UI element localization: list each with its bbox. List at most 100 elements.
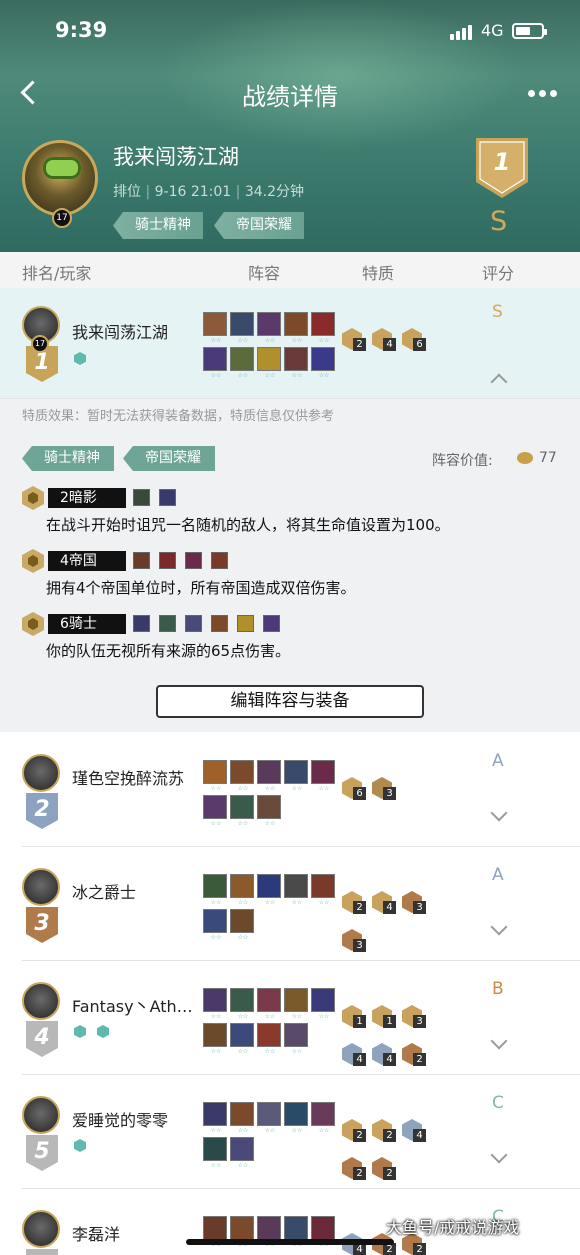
trait-count: 2: [353, 1129, 366, 1142]
match-duration: 34.2分钟: [244, 184, 304, 200]
champion-portrait: ☆☆: [284, 874, 308, 906]
star-level: ☆☆: [318, 899, 330, 906]
trait-tag: 帝国荣耀: [214, 212, 304, 239]
star-level: ☆☆: [210, 1127, 222, 1134]
player-row[interactable]: 3 冰之爵士 ☆☆ ☆☆ ☆☆ ☆☆ ☆☆ ☆☆ ☆☆ 2 4 3 3 A: [0, 847, 580, 961]
star-level: ☆☆: [291, 785, 303, 792]
more-options-icon[interactable]: [528, 90, 557, 97]
trait-count: 4: [383, 338, 396, 351]
star-level: ☆☆: [291, 1013, 303, 1020]
trait-grid: 1 1 3 4 4 2: [342, 1005, 428, 1069]
player-row[interactable]: 2 瑾色空挽醉流苏 ☆☆ ☆☆ ☆☆ ☆☆ ☆☆ ☆☆ ☆☆ ☆☆ 6 3 A: [0, 733, 580, 847]
trait-count: 2: [353, 1167, 366, 1180]
star-level: ☆☆: [237, 934, 249, 941]
trait-grid: 63: [342, 777, 428, 803]
status-time: 9:39: [55, 18, 108, 42]
col-score: 评分: [482, 264, 515, 283]
battery-icon: [512, 23, 547, 39]
player-row[interactable]: 4 Fantasy丶Ath… ☆☆ ☆☆ ☆☆ ☆☆ ☆☆ ☆☆ ☆☆ ☆☆ ☆☆ 1 1 3 4 4 2 B: [0, 961, 580, 1075]
trait-count: 6: [353, 787, 366, 800]
trait-icon: [74, 352, 86, 365]
page-title: 战绩详情: [242, 83, 338, 111]
trait-badge: 2: [372, 1119, 398, 1145]
trait-badge: 2: [402, 1043, 428, 1069]
synergy-champion: [159, 489, 176, 506]
champion-portrait: ☆☆: [311, 874, 335, 906]
edit-comp-button[interactable]: 编辑阵容与装备: [156, 685, 424, 718]
trait-count: 2: [413, 1053, 426, 1066]
champion-portrait: ☆☆: [257, 988, 281, 1020]
star-level: ☆☆: [210, 1162, 222, 1169]
chevron-down-icon[interactable]: [490, 1032, 508, 1050]
trait-badge: 2: [342, 1119, 368, 1145]
player-avatar: [22, 1210, 60, 1248]
player-row[interactable]: 5 爱睡觉的零零 ☆☆ ☆☆ ☆☆ ☆☆ ☆☆ ☆☆ ☆☆ 2 2 4 2 2 C: [0, 1075, 580, 1189]
star-level: ☆☆: [210, 820, 222, 827]
player-grade: A: [492, 751, 504, 771]
match-meta: 排位 | 9-16 21:01 | 34.2分钟: [113, 184, 304, 200]
trait-badge: 3: [372, 777, 398, 803]
champion-portrait: ☆☆: [257, 1102, 281, 1134]
star-level: ☆☆: [237, 372, 249, 379]
player-name: 冰之爵士: [72, 883, 137, 902]
champion-portrait: ☆☆: [203, 874, 227, 906]
star-level: ☆☆: [291, 1127, 303, 1134]
trait-count: 4: [413, 1129, 426, 1142]
star-level: ☆☆: [318, 785, 330, 792]
champion-portrait: ☆☆: [230, 760, 254, 792]
champion-portrait: ☆☆: [230, 874, 254, 906]
champion-grid: ☆☆ ☆☆ ☆☆ ☆☆ ☆☆ ☆☆ ☆☆: [203, 874, 335, 941]
watermark: 大鱼号/戒戒说游戏: [386, 1218, 520, 1237]
trait-badge: 2: [342, 1157, 368, 1183]
rank-flag: 3: [26, 907, 58, 943]
star-level: ☆☆: [318, 372, 330, 379]
player-name: 爱睡觉的零零: [72, 1111, 169, 1130]
chevron-up-icon[interactable]: [490, 373, 508, 391]
champion-portrait: ☆☆: [203, 1216, 227, 1248]
star-level: ☆☆: [264, 372, 276, 379]
chevron-down-icon[interactable]: [490, 1146, 508, 1164]
home-indicator[interactable]: [186, 1239, 394, 1245]
synergy-champion: [237, 615, 254, 632]
star-level: ☆☆: [237, 1127, 249, 1134]
champion-portrait: ☆☆: [203, 795, 227, 827]
trait-badge: 6: [342, 777, 368, 803]
champion-grid: ☆☆ ☆☆ ☆☆ ☆☆ ☆☆ ☆☆ ☆☆ ☆☆ ☆☆ ☆☆: [203, 312, 335, 379]
star-level: ☆☆: [264, 337, 276, 344]
rank-badge: 1: [476, 138, 528, 198]
trait-icon: [74, 1025, 86, 1038]
synergy-description: 你的队伍无视所有来源的65点伤害。: [46, 642, 291, 660]
chevron-down-icon[interactable]: [490, 918, 508, 936]
trait-badge: 3: [342, 929, 368, 955]
rank-number: 1: [494, 148, 511, 176]
star-level: ☆☆: [210, 899, 222, 906]
star-level: ☆☆: [210, 1048, 222, 1055]
champion-portrait: ☆☆: [311, 312, 335, 344]
chevron-down-icon[interactable]: [490, 804, 508, 822]
champion-portrait: ☆☆: [284, 760, 308, 792]
player-grade: S: [490, 206, 508, 237]
trait-count: 3: [383, 787, 396, 800]
synergy-champion: [133, 552, 150, 569]
rank-flag: 2: [26, 793, 58, 829]
star-level: ☆☆: [291, 899, 303, 906]
player-row[interactable]: 1 17 我来闯荡江湖 ☆☆ ☆☆ ☆☆ ☆☆ ☆☆ ☆☆ ☆☆ ☆☆ ☆☆ ☆☆ 2 4 6 S: [0, 288, 580, 398]
champion-portrait: ☆☆: [203, 909, 227, 941]
trait-count: 4: [383, 901, 396, 914]
trait-badge: 2: [372, 1157, 398, 1183]
champion-portrait: ☆☆: [203, 1023, 227, 1055]
champion-portrait: ☆☆: [203, 988, 227, 1020]
synergy-champion: [133, 615, 150, 632]
star-level: ☆☆: [210, 934, 222, 941]
trait-badge: 4: [372, 1043, 398, 1069]
synergy-name: 2暗影: [48, 488, 126, 508]
champion-portrait: ☆☆: [257, 347, 281, 379]
star-level: ☆☆: [264, 1013, 276, 1020]
champion-portrait: ☆☆: [230, 1137, 254, 1169]
synergy-champion: [263, 615, 280, 632]
synergy-champion: [185, 552, 202, 569]
star-level: ☆☆: [264, 899, 276, 906]
star-level: ☆☆: [264, 1127, 276, 1134]
champion-portrait: ☆☆: [284, 1102, 308, 1134]
champion-portrait: ☆☆: [257, 1023, 281, 1055]
